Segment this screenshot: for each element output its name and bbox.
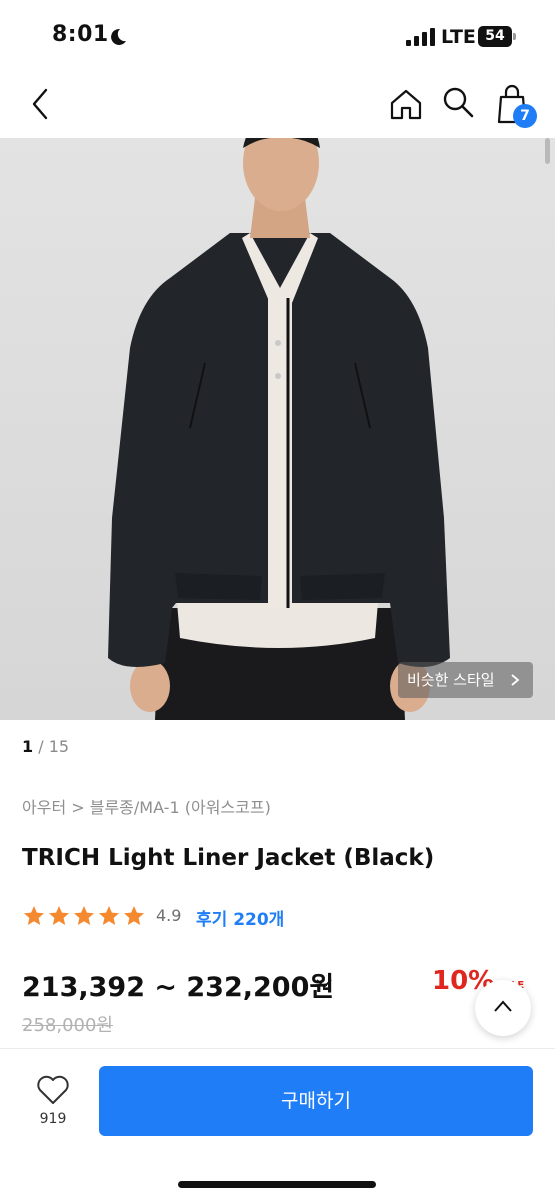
rating-value: 4.9 [156,906,182,925]
original-price: 258,000원 [22,1015,113,1036]
product-image[interactable] [0,138,555,720]
chevron-up-icon [494,1000,512,1012]
pager-current: 1 [22,737,34,756]
status-time: 8:01 [52,22,109,47]
similar-style-label: 비슷한 스타일 [407,671,495,689]
product-title: TRICH Light Liner Jacket (Black) [22,845,435,871]
cart-button[interactable]: 7 [494,82,538,128]
heart-icon [37,1075,69,1104]
star-icon [49,906,69,925]
star-icon [99,906,119,925]
product-photo [0,138,555,720]
star-icon [124,906,144,925]
star-icon [74,906,94,925]
bottom-bar: 919 구매하기 [0,1048,555,1200]
cart-count-badge: 7 [513,104,537,128]
chevron-down-icon[interactable] [315,978,333,990]
like-button[interactable]: 919 [28,1073,78,1133]
review-count-link[interactable]: 후기 220개 [196,905,284,930]
pager-total: 15 [48,737,70,756]
image-pager: 1 / 15 [22,737,69,756]
price-range: 213,392 ~ 232,200원 [22,972,335,1003]
star-rating [22,904,146,928]
home-indicator [178,1181,376,1188]
chevron-right-icon [511,674,520,686]
network-type: LTE [441,26,476,48]
search-icon[interactable] [440,84,476,120]
similar-style-button[interactable]: 비슷한 스타일 [398,662,533,698]
home-icon[interactable] [388,86,424,122]
star-icon [24,906,44,925]
back-icon[interactable] [26,84,56,124]
status-bar: 8:01 LTE 54 [0,0,555,72]
nav-bar: 7 [0,72,555,138]
battery-level: 54 [478,26,512,47]
rating-row: 4.9 후기 220개 [22,903,422,930]
breadcrumb[interactable]: 아우터 > 블루종/MA-1 (아워스코프) [22,794,271,818]
scroll-top-button[interactable] [475,980,531,1036]
like-count: 919 [39,1111,67,1127]
pager-separator: / [33,737,49,756]
moon-icon [111,28,126,45]
battery-icon: 54 [478,26,516,47]
buy-button[interactable]: 구매하기 [99,1066,533,1136]
scroll-indicator [545,138,550,164]
signal-icon [406,28,435,46]
